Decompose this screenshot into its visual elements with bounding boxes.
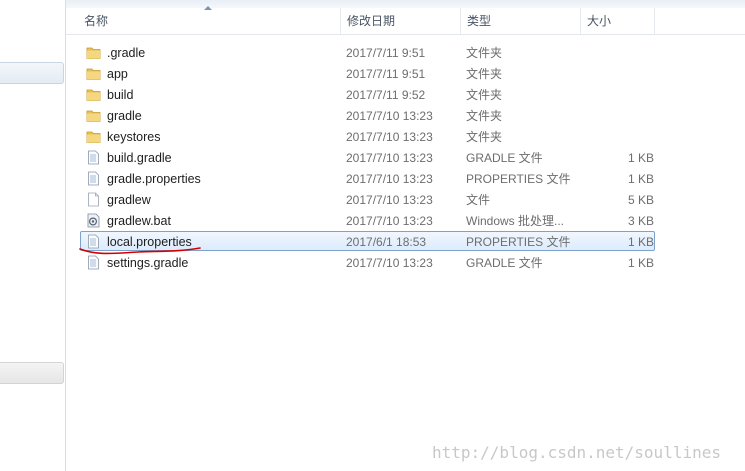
toolbar-strip bbox=[66, 0, 745, 8]
file-type: 文件夹 bbox=[466, 109, 503, 123]
file-size: 3 KB bbox=[627, 214, 654, 228]
folder-icon bbox=[86, 108, 101, 123]
file-name: build bbox=[107, 88, 134, 102]
file-name: app bbox=[107, 67, 128, 81]
file-name: gradlew.bat bbox=[107, 214, 171, 228]
file-name: keystores bbox=[107, 130, 161, 144]
file-type: PROPERTIES 文件 bbox=[466, 172, 571, 186]
file-name: .gradle bbox=[107, 46, 146, 60]
file-row[interactable]: gradlew.bat 2017/7/10 13:23 Windows 批处理...… bbox=[80, 210, 655, 230]
batch-file-icon bbox=[86, 213, 101, 228]
file-size: 1 KB bbox=[627, 151, 654, 165]
file-date: 2017/7/11 9:51 bbox=[346, 46, 426, 60]
file-date: 2017/7/10 13:23 bbox=[346, 130, 433, 144]
folder-icon bbox=[86, 45, 101, 60]
column-header-name[interactable]: 名称 bbox=[78, 8, 341, 34]
folder-icon bbox=[86, 129, 101, 144]
file-row[interactable]: build 2017/7/11 9:52 文件夹 bbox=[80, 84, 655, 104]
file-date: 2017/7/10 13:23 bbox=[346, 151, 433, 165]
file-date: 2017/6/1 18:53 bbox=[346, 235, 427, 249]
file-size: 1 KB bbox=[627, 256, 654, 270]
file-type: PROPERTIES 文件 bbox=[466, 235, 571, 249]
file-size: 1 KB bbox=[627, 172, 654, 186]
file-name: gradle bbox=[107, 109, 142, 123]
column-header-type[interactable]: 类型 bbox=[461, 8, 581, 34]
file-date: 2017/7/10 13:23 bbox=[346, 256, 433, 270]
blank-file-icon bbox=[86, 192, 101, 207]
file-date: 2017/7/11 9:51 bbox=[346, 67, 426, 81]
file-row[interactable]: keystores 2017/7/10 13:23 文件夹 bbox=[80, 126, 655, 146]
file-type: 文件夹 bbox=[466, 88, 503, 102]
file-row[interactable]: gradle.properties 2017/7/10 13:23 PROPERTI… bbox=[80, 168, 655, 188]
red-underline-annotation bbox=[79, 247, 201, 255]
file-row[interactable]: gradlew 2017/7/10 13:23 文件 5 KB bbox=[80, 189, 655, 209]
file-type: 文件夹 bbox=[466, 130, 503, 144]
nav-selected-item[interactable] bbox=[0, 62, 64, 84]
column-header: 名称 修改日期 类型 大小 bbox=[66, 6, 745, 35]
file-date: 2017/7/10 13:23 bbox=[346, 172, 433, 186]
file-name: gradle.properties bbox=[107, 172, 201, 186]
file-row[interactable]: app 2017/7/11 9:51 文件夹 bbox=[80, 63, 655, 83]
watermark: http://blog.csdn.net/soullines bbox=[432, 443, 721, 462]
file-row[interactable]: build.gradle 2017/7/10 13:23 GRADLE 文件 1 KB bbox=[80, 147, 655, 167]
file-type: 文件 bbox=[466, 193, 491, 207]
nav-item[interactable] bbox=[0, 362, 64, 384]
column-header-size[interactable]: 大小 bbox=[581, 8, 655, 34]
file-date: 2017/7/10 13:23 bbox=[346, 193, 433, 207]
file-date: 2017/7/10 13:23 bbox=[346, 109, 433, 123]
navigation-pane[interactable] bbox=[0, 0, 66, 471]
file-size: 1 KB bbox=[627, 235, 654, 249]
document-icon bbox=[86, 171, 101, 186]
file-row[interactable]: gradle 2017/7/10 13:23 文件夹 bbox=[80, 105, 655, 125]
file-date: 2017/7/11 9:52 bbox=[346, 88, 426, 102]
document-icon bbox=[86, 150, 101, 165]
file-date: 2017/7/10 13:23 bbox=[346, 214, 433, 228]
file-name: gradlew bbox=[107, 193, 151, 207]
file-type: 文件夹 bbox=[466, 67, 503, 81]
folder-icon bbox=[86, 87, 101, 102]
column-header-date[interactable]: 修改日期 bbox=[341, 8, 461, 34]
file-row[interactable]: .gradle 2017/7/11 9:51 文件夹 bbox=[80, 42, 655, 62]
file-size: 5 KB bbox=[627, 193, 654, 207]
file-type: GRADLE 文件 bbox=[466, 256, 543, 270]
folder-icon bbox=[86, 66, 101, 81]
file-name: build.gradle bbox=[107, 151, 172, 165]
file-type: GRADLE 文件 bbox=[466, 151, 543, 165]
file-type: Windows 批处理... bbox=[466, 214, 565, 228]
file-type: 文件夹 bbox=[466, 46, 503, 60]
